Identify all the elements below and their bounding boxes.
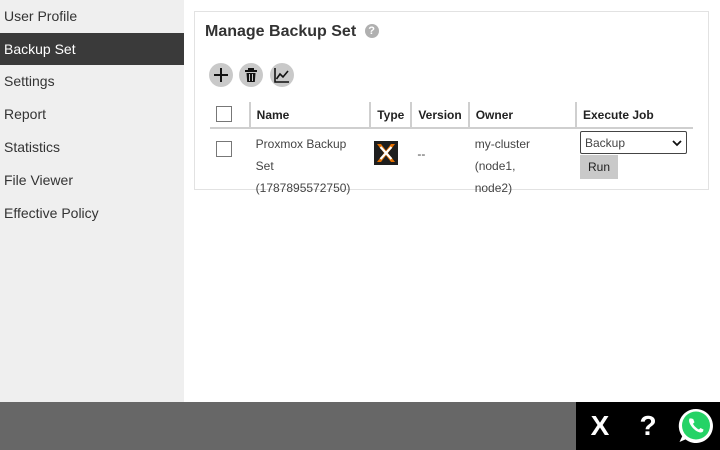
sidebar-item-report[interactable]: Report [0,98,184,131]
sidebar-item-statistics[interactable]: Statistics [0,131,184,164]
toolbar [209,63,296,89]
sidebar: User Profile Backup Set Settings Report … [0,0,184,402]
backup-set-table: Name Type Version Owner Execute Job Prox… [210,102,693,203]
sidebar-item-user-profile[interactable]: User Profile [0,0,184,33]
table-row: Proxmox Backup Set (1787895572750) -- my… [210,128,693,203]
backup-set-name[interactable]: Proxmox Backup Set [256,133,365,177]
owner-line-1: my-cluster (node1, [474,137,531,173]
column-header-version[interactable]: Version [410,102,469,129]
owner-line-2: node2) [474,181,513,195]
trash-icon [245,68,258,82]
column-header-type[interactable]: Type [369,102,412,129]
column-header-name[interactable]: Name [248,102,371,129]
manage-backup-set-panel: Manage Backup Set ? Name Type Version Ow… [194,11,709,195]
version-cell: -- [417,147,426,161]
owner-cell: my-cluster (node1, node2) [469,128,576,203]
page-title-container: Manage Backup Set ? [205,23,379,41]
footer-bar: X ? [0,402,720,450]
row-select-cell [210,128,250,203]
backup-set-name-cell[interactable]: Proxmox Backup Set (1787895572750) [250,128,371,203]
whatsapp-icon[interactable] [672,402,720,450]
page-title: Manage Backup Set [205,23,357,40]
execute-job-cell: Backup Run [576,128,693,203]
proxmox-icon [374,141,399,165]
close-icon[interactable]: X [576,402,624,450]
column-header-owner[interactable]: Owner [467,102,576,129]
select-all-header [210,102,250,129]
column-header-execute-job: Execute Job [575,102,693,129]
select-all-checkbox[interactable] [216,106,232,122]
run-button[interactable]: Run [580,155,619,179]
sidebar-item-settings[interactable]: Settings [0,65,184,98]
help-icon[interactable]: ? [624,402,672,450]
delete-backup-set-button[interactable] [239,63,264,87]
type-cell [370,128,411,203]
backup-set-id: (1787895572750) [255,181,351,195]
chart-icon [274,68,289,83]
job-type-selected: Backup [585,135,626,150]
row-select-checkbox[interactable] [216,141,232,157]
help-icon[interactable]: ? [364,24,379,38]
sidebar-item-file-viewer[interactable]: File Viewer [0,164,184,197]
footer-icon-group: X ? [576,402,720,450]
job-type-select[interactable]: Backup [580,131,687,154]
add-backup-set-button[interactable] [209,63,233,87]
sidebar-item-effective-policy[interactable]: Effective Policy [0,197,184,230]
chevron-down-icon [672,139,682,146]
table-header-row: Name Type Version Owner Execute Job [210,102,693,129]
statistics-button[interactable] [269,63,294,87]
sidebar-item-backup-set[interactable]: Backup Set [0,33,184,65]
plus-icon [214,68,228,82]
